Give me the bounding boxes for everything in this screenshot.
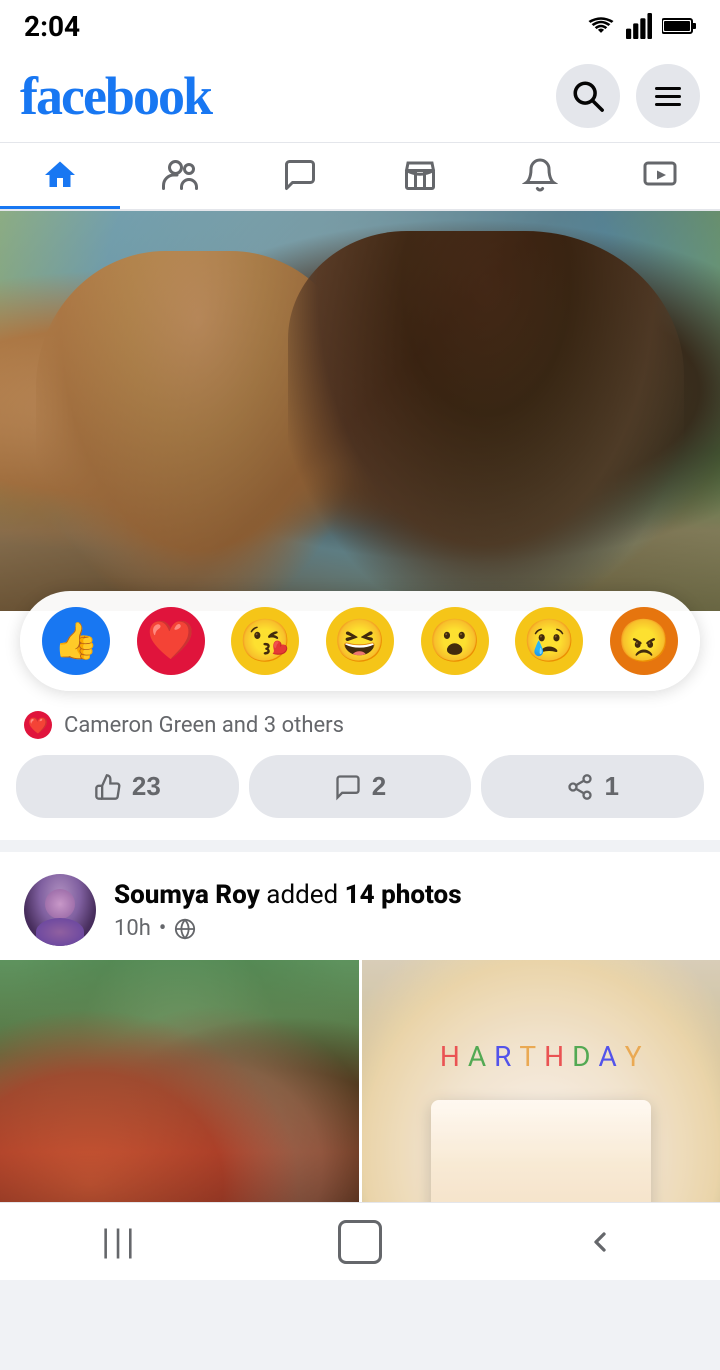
globe-icon [174,918,196,940]
reaction-angry[interactable]: 😠 [610,607,678,675]
notifications-icon [522,157,558,193]
avatar-soumya[interactable] [24,874,96,946]
comment-count: 2 [372,771,386,802]
tab-notifications[interactable] [480,143,600,209]
bottom-recents-button[interactable]: ||| [0,1203,240,1280]
signal-icon [626,13,652,39]
post-header-2: Soumya Roy added 14 photos 10h • [0,852,720,960]
bottom-home-button[interactable] [240,1203,480,1280]
menu-button[interactable] [636,64,700,128]
tab-marketplace[interactable] [360,143,480,209]
liked-by: ❤️ Cameron Green and 3 others [0,691,720,747]
feed: 👍 ❤️ 😘 😆 😮 😢 😠 [0,211,720,1370]
thumb-up-icon [94,773,122,801]
reaction-lol[interactable]: 😆 [326,607,394,675]
menu-line [655,87,681,90]
like-button[interactable]: 23 [16,755,239,818]
status-time: 2:04 [24,10,80,43]
home-circle-icon [338,1220,382,1264]
wifi-icon [586,14,616,38]
recents-icon: ||| [102,1223,139,1260]
reaction-haha[interactable]: 😘 [231,607,299,675]
author-name[interactable]: Soumya Roy [114,880,260,910]
post-meta-2: Soumya Roy added 14 photos 10h • [114,879,696,942]
marketplace-icon [402,157,438,193]
photo-count: 14 photos [345,880,462,910]
tab-watch[interactable] [600,143,720,209]
reactions-bar: 👍 ❤️ 😘 😆 😮 😢 😠 [20,591,700,691]
friends-icon [162,157,198,193]
reaction-sad[interactable]: 😢 [515,607,583,675]
top-nav: facebook [0,52,720,143]
home-icon [42,157,78,193]
watch-icon [642,157,678,193]
share-count: 1 [604,771,618,802]
action-buttons: 23 2 1 [0,747,720,840]
reaction-love[interactable]: ❤️ [137,607,205,675]
status-bar: 2:04 [0,0,720,52]
post-photo [0,211,720,611]
nav-actions [556,64,700,128]
menu-line [655,103,681,106]
search-icon [571,79,605,113]
messenger-icon [282,157,318,193]
back-icon [584,1226,616,1258]
post-time-2: 10h • [114,916,696,941]
comment-icon [334,773,362,801]
tab-bar [0,143,720,211]
share-icon [566,773,594,801]
tab-messenger[interactable] [240,143,360,209]
bottom-back-button[interactable] [480,1203,720,1280]
status-icons [586,13,696,39]
tab-friends[interactable] [120,143,240,209]
reaction-wow[interactable]: 😮 [421,607,489,675]
share-button[interactable]: 1 [481,755,704,818]
post-card-1: 👍 ❤️ 😘 😆 😮 😢 😠 [0,211,720,840]
battery-icon [662,16,696,36]
menu-line [655,95,681,98]
facebook-logo: facebook [20,69,211,123]
liked-by-text: Cameron Green and 3 others [64,713,344,738]
action-text: added [266,880,344,910]
like-count: 23 [132,771,161,802]
tab-home[interactable] [0,143,120,209]
bottom-nav: ||| [0,1202,720,1280]
comment-button[interactable]: 2 [249,755,472,818]
search-button[interactable] [556,64,620,128]
post-author-2: Soumya Roy added 14 photos [114,879,696,913]
time-ago: 10h [114,916,151,941]
reaction-like[interactable]: 👍 [42,607,110,675]
